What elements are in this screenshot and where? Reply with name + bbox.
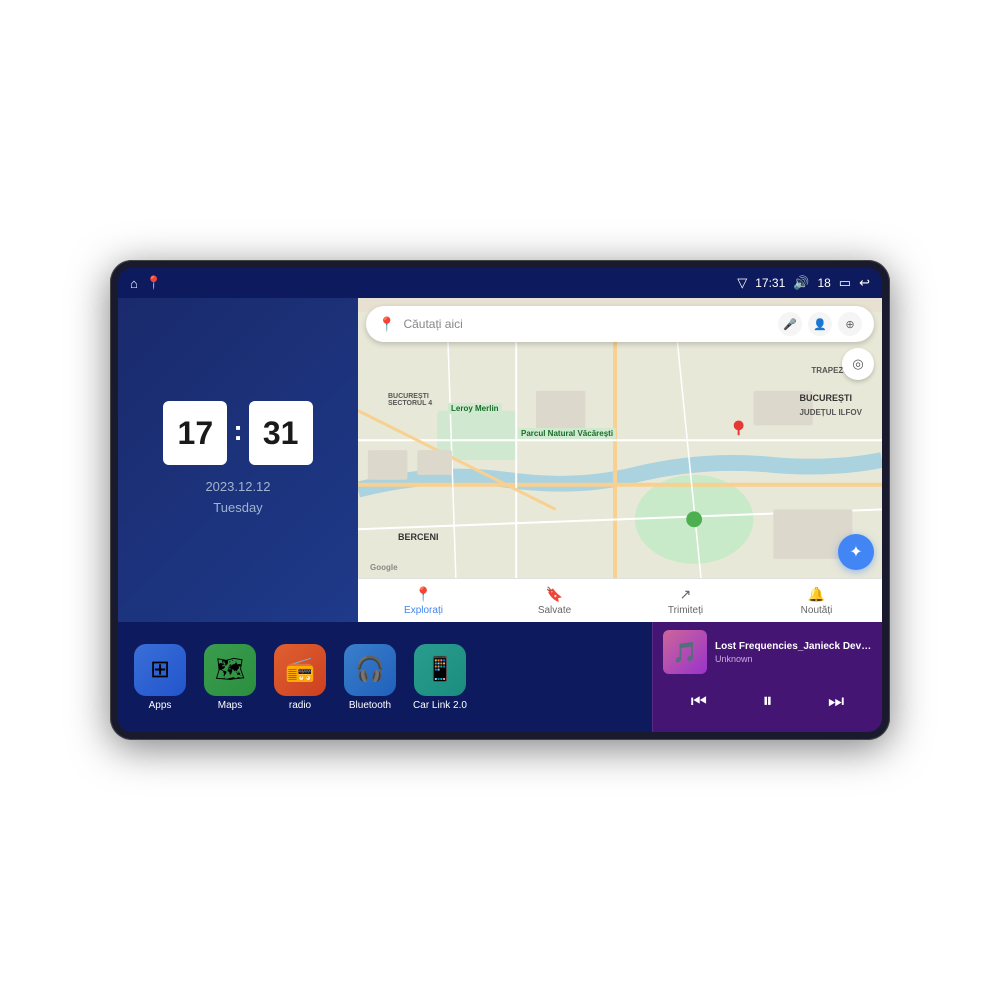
maps-icon: 🗺	[215, 655, 245, 684]
app-label-apps: Apps	[149, 700, 172, 711]
back-icon[interactable]: ↩	[859, 275, 870, 291]
map-label-parcul: Parcul Natural Văcărești	[518, 428, 616, 439]
music-title: Lost Frequencies_Janieck Devy-...	[715, 641, 872, 652]
map-search-pin-icon: 📍	[378, 316, 395, 333]
map-search-bar[interactable]: 📍 Căutați aici 🎤 👤 ⊕	[366, 306, 874, 342]
music-thumbnail-image: 🎵	[673, 640, 698, 665]
map-nav-saved-label: Salvate	[538, 605, 571, 616]
music-text: Lost Frequencies_Janieck Devy-... Unknow…	[715, 641, 872, 664]
home-icon[interactable]: ⌂	[130, 276, 138, 291]
app-item-radio[interactable]: 📻 radio	[270, 644, 330, 711]
map-label-leroy: Leroy Merlin	[448, 403, 502, 414]
map-nav-news-label: Noutăți	[801, 605, 833, 616]
volume-level: 18	[817, 276, 830, 290]
top-section: 17 : 31 2023.12.12 Tuesday	[118, 298, 882, 622]
app-item-bluetooth[interactable]: 🎧 Bluetooth	[340, 644, 400, 711]
status-bar: ⌂ 📍 ▽ 17:31 🔊 18 ▭ ↩	[118, 268, 882, 298]
app-label-bluetooth: Bluetooth	[349, 700, 391, 711]
map-voice-btn[interactable]: 🎤	[778, 312, 802, 336]
app-icon-apps: ⊞	[134, 644, 186, 696]
map-nav-send-icon: ↗	[680, 586, 692, 603]
battery-icon: ▭	[839, 275, 851, 291]
clock-date: 2023.12.12 Tuesday	[205, 477, 270, 519]
app-icon-carlink: 📱	[414, 644, 466, 696]
apps-row: ⊞ Apps 🗺 Maps 📻 radio	[118, 622, 652, 732]
map-nav-send-label: Trimiteți	[668, 605, 703, 616]
bottom-section: ⊞ Apps 🗺 Maps 📻 radio	[118, 622, 882, 732]
app-icon-radio: 📻	[274, 644, 326, 696]
map-account-btn[interactable]: 👤	[808, 312, 832, 336]
map-nav-explore[interactable]: 📍 Explorați	[358, 579, 489, 622]
music-play-btn[interactable]: ⏸	[755, 686, 781, 717]
map-search-actions: 🎤 👤 ⊕	[778, 312, 862, 336]
map-label-bucuresti: BUCUREȘTI	[799, 393, 852, 403]
app-item-apps[interactable]: ⊞ Apps	[130, 644, 190, 711]
status-left: ⌂ 📍	[130, 275, 162, 291]
app-item-maps[interactable]: 🗺 Maps	[200, 644, 260, 711]
status-time: 17:31	[755, 276, 785, 290]
map-layers-btn[interactable]: ⊕	[838, 312, 862, 336]
app-icon-bluetooth: 🎧	[344, 644, 396, 696]
bluetooth-icon: 🎧	[355, 655, 385, 684]
car-head-unit: ⌂ 📍 ▽ 17:31 🔊 18 ▭ ↩ 17 :	[110, 260, 890, 740]
app-label-maps: Maps	[218, 700, 242, 711]
music-panel: 🎵 Lost Frequencies_Janieck Devy-... Unkn…	[652, 622, 882, 732]
map-search-placeholder[interactable]: Căutați aici	[403, 317, 770, 331]
apps-icon: ⊞	[150, 655, 170, 684]
map-nav-send[interactable]: ↗ Trimiteți	[620, 579, 751, 622]
app-label-carlink: Car Link 2.0	[413, 700, 467, 711]
map-nav-news-icon: 🔔	[808, 586, 825, 603]
status-right: ▽ 17:31 🔊 18 ▭ ↩	[737, 275, 870, 291]
radio-icon: 📻	[285, 655, 315, 684]
music-artist: Unknown	[715, 654, 872, 664]
music-prev-btn[interactable]: ⏮	[683, 687, 715, 716]
map-nav-saved[interactable]: 🔖 Salvate	[489, 579, 620, 622]
map-panel[interactable]: TRAPEZULUI BUCUREȘTI JUDEȚUL ILFOV BERCE…	[358, 298, 882, 622]
app-item-carlink[interactable]: 📱 Car Link 2.0	[410, 644, 470, 711]
clock-minutes: 31	[249, 401, 313, 465]
map-label-berceni: BERCENI	[398, 532, 439, 542]
map-fab-btn[interactable]: ✦	[838, 534, 874, 570]
signal-icon: ▽	[737, 275, 747, 291]
map-nav-explore-label: Explorați	[404, 605, 443, 616]
location-pin-icon[interactable]: 📍	[146, 275, 162, 291]
music-controls: ⏮ ⏸ ⏭	[663, 686, 872, 717]
main-content: 17 : 31 2023.12.12 Tuesday	[118, 298, 882, 732]
music-thumbnail: 🎵	[663, 630, 707, 674]
map-nav-explore-icon: 📍	[415, 586, 432, 603]
clock-hours: 17	[163, 401, 227, 465]
clock-panel: 17 : 31 2023.12.12 Tuesday	[118, 298, 358, 622]
map-label-judet: JUDEȚUL ILFOV	[799, 408, 862, 417]
map-nav-news[interactable]: 🔔 Noutăți	[751, 579, 882, 622]
music-info-row: 🎵 Lost Frequencies_Janieck Devy-... Unkn…	[663, 630, 872, 674]
volume-icon[interactable]: 🔊	[793, 275, 809, 291]
app-icon-maps: 🗺	[204, 644, 256, 696]
map-label-google: Google	[370, 563, 398, 572]
map-label-sector4: BUCUREȘTISECTORUL 4	[388, 393, 432, 407]
clock-colon: :	[233, 415, 242, 447]
map-nav-bar: 📍 Explorați 🔖 Salvate ↗ Trimiteți 🔔	[358, 578, 882, 622]
map-side-buttons: ◎	[842, 348, 874, 380]
device-screen: ⌂ 📍 ▽ 17:31 🔊 18 ▭ ↩ 17 :	[118, 268, 882, 732]
clock-display: 17 : 31	[163, 401, 312, 465]
app-label-radio: radio	[289, 700, 311, 711]
map-compass-btn[interactable]: ◎	[842, 348, 874, 380]
carlink-icon: 📱	[425, 655, 455, 684]
map-nav-saved-icon: 🔖	[546, 586, 563, 603]
music-next-btn[interactable]: ⏭	[820, 687, 852, 716]
